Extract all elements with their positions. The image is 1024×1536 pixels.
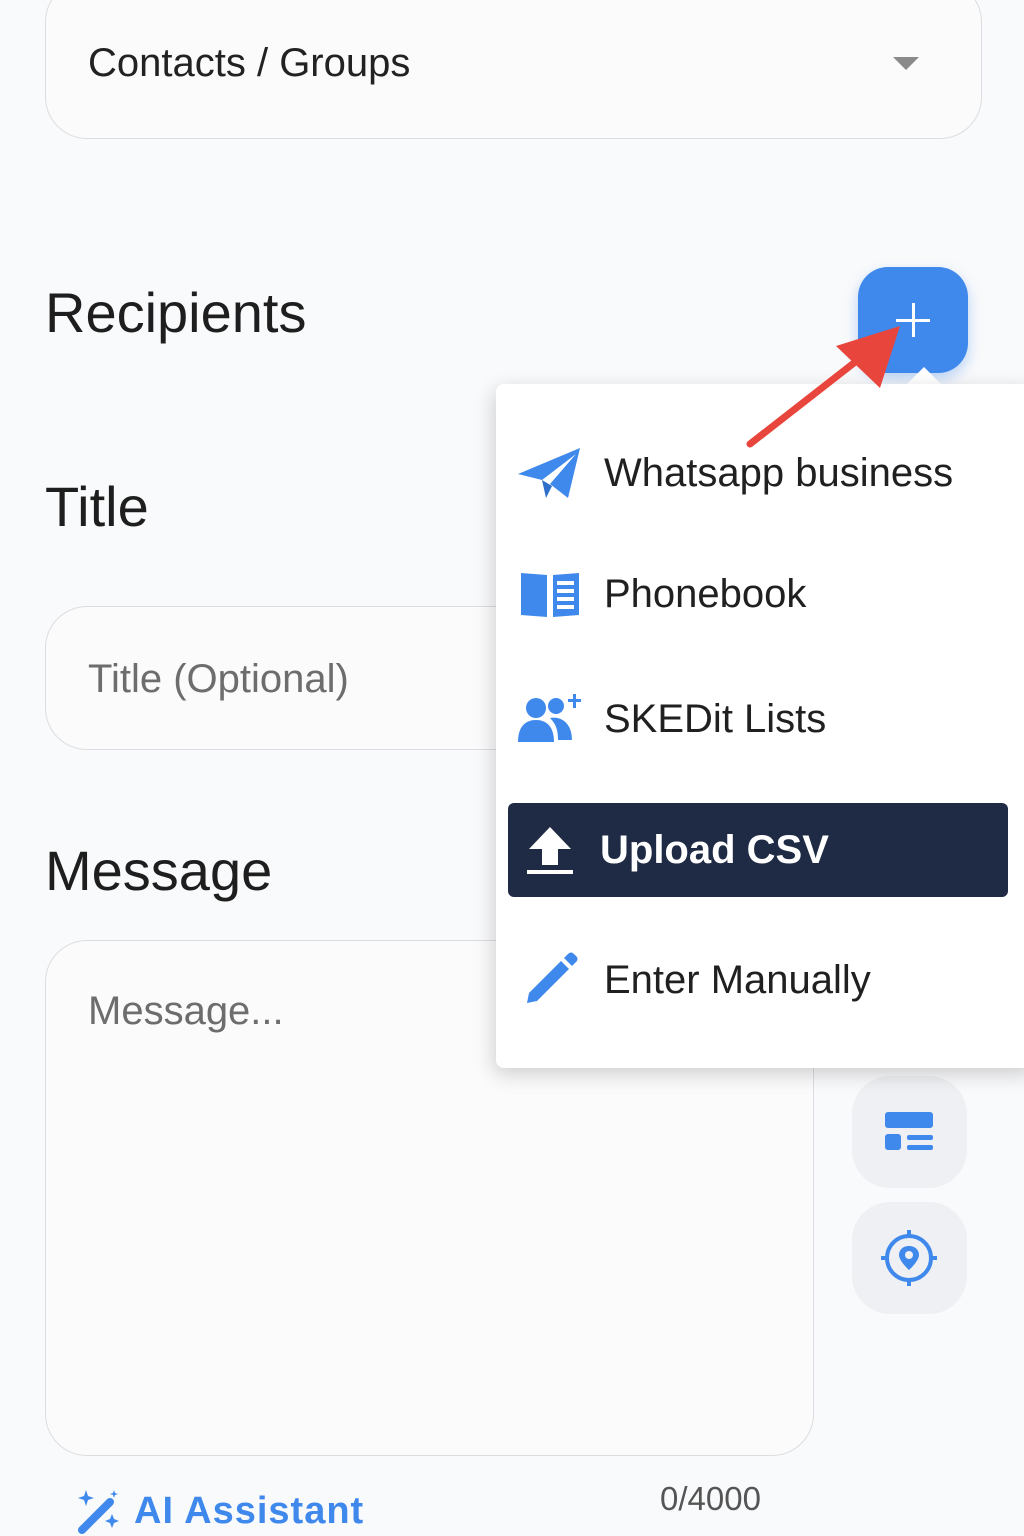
select-value: Contacts / Groups: [88, 41, 411, 85]
character-count: 0/4000: [660, 1480, 761, 1517]
magic-wand-icon: [78, 1490, 119, 1534]
book-icon: [514, 562, 586, 626]
menu-item-skedit-lists[interactable]: SKEDit Lists: [508, 672, 1008, 766]
recipients-menu: Whatsapp business Phonebook SKEDit Lists…: [496, 384, 1024, 1068]
ai-assistant-button[interactable]: AI Assistant: [74, 1486, 364, 1536]
template-button[interactable]: [852, 1076, 967, 1188]
ai-assistant-label: AI Assistant: [134, 1489, 365, 1532]
menu-item-label: Phonebook: [604, 571, 807, 616]
menu-item-phonebook[interactable]: Phonebook: [508, 547, 1008, 641]
menu-item-label: SKEDit Lists: [604, 696, 827, 741]
message-placeholder: Message...: [88, 989, 284, 1033]
menu-item-upload-csv[interactable]: Upload CSV: [508, 803, 1008, 897]
menu-item-enter-manually[interactable]: Enter Manually: [508, 933, 1008, 1027]
chevron-down-icon: [893, 57, 919, 70]
send-icon: [514, 441, 586, 505]
title-label: Title: [45, 475, 149, 538]
contacts-groups-select[interactable]: Contacts / Groups: [45, 0, 982, 139]
location-button[interactable]: [852, 1202, 967, 1314]
compose-screen: Contacts / Groups Recipients Title Title…: [0, 0, 1024, 1536]
title-input[interactable]: Title (Optional): [45, 606, 565, 750]
message-label: Message: [45, 839, 273, 902]
annotation-arrow: [746, 326, 900, 448]
template-icon: [885, 1112, 933, 1150]
title-placeholder: Title (Optional): [88, 657, 349, 701]
pencil-icon: [514, 948, 586, 1012]
menu-item-label: Enter Manually: [604, 957, 871, 1002]
recipients-label: Recipients: [45, 281, 307, 344]
menu-item-label: Upload CSV: [600, 827, 829, 872]
location-icon: [881, 1230, 937, 1286]
users-add-icon: [514, 687, 586, 751]
upload-icon: [514, 818, 586, 882]
